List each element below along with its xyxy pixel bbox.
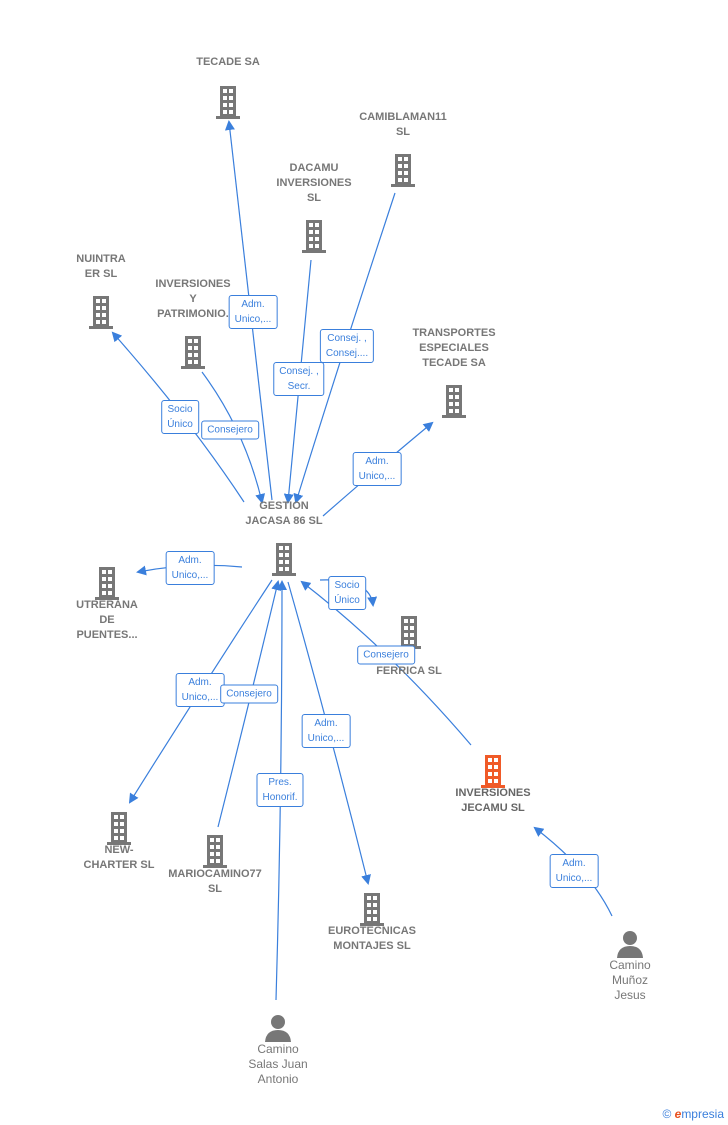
node-label: MARIOCAMINO77 SL (168, 868, 262, 895)
network-diagram: © empresia TECADE SA CAMIBLAMAN11 SL DACAM… (0, 0, 728, 1125)
building-icon[interactable] (83, 294, 119, 335)
node-caminosalas[interactable]: Camino Salas Juan Antonio (218, 1042, 338, 1087)
edge-role-label[interactable]: Adm. Unico,... (175, 673, 225, 707)
edge-role-label[interactable]: Adm. Unico,... (301, 714, 351, 748)
node-label: NUINTRA ER SL (76, 253, 126, 280)
node-label: Camino Salas Juan Antonio (248, 1042, 308, 1086)
building-icon[interactable] (296, 218, 332, 259)
copyright-symbol: © (662, 1107, 672, 1121)
node-label: TRANSPORTES ESPECIALES TECADE SA (412, 327, 496, 369)
building-icon[interactable] (385, 152, 421, 193)
edge-role-label[interactable]: Socio Único (161, 400, 199, 434)
node-label: GESTION JACASA 86 SL (245, 500, 323, 527)
edge-role-label[interactable]: Adm. Unico,... (165, 551, 215, 585)
brand-logo-text: mpresia (681, 1107, 724, 1121)
node-label: INVERSIONES Y PATRIMONIO. (155, 278, 231, 320)
node-eurotecnicas[interactable]: EUROTECNICAS MONTAJES SL (312, 924, 432, 954)
edge-role-label[interactable]: Consej. , Secr. (273, 362, 325, 396)
node-tecade[interactable]: TECADE SA (168, 55, 288, 70)
node-camiblaman[interactable]: CAMIBLAMAN11 SL (343, 110, 463, 140)
building-icon[interactable] (210, 84, 246, 125)
node-caminomunoz[interactable]: Camino Muñoz Jesus (570, 958, 690, 1003)
node-label: Camino Muñoz Jesus (609, 958, 651, 1002)
node-gestion[interactable]: GESTION JACASA 86 SL (224, 499, 344, 529)
building-icon[interactable] (175, 334, 211, 375)
node-mariocamino[interactable]: MARIOCAMINO77 SL (155, 867, 275, 897)
node-label: NEW- CHARTER SL (83, 844, 155, 871)
node-transportes[interactable]: TRANSPORTES ESPECIALES TECADE SA (394, 326, 514, 371)
node-label: EUROTECNICAS MONTAJES SL (327, 925, 416, 952)
node-label: INVERSIONES JECAMU SL (455, 787, 531, 814)
edge-role-label[interactable]: Adm. Unico,... (549, 854, 599, 888)
edge-role-label[interactable]: Adm. Unico,... (228, 295, 278, 329)
node-dacamu[interactable]: DACAMU INVERSIONES SL (254, 161, 374, 206)
node-label: UTRERANA DE PUENTES... (76, 599, 138, 641)
node-jecamu[interactable]: INVERSIONES JECAMU SL (433, 786, 553, 816)
building-icon[interactable] (266, 541, 302, 582)
edge-role-label[interactable]: Consej. , Consej.... (319, 329, 375, 363)
brand-footer: © empresia (662, 1107, 724, 1121)
node-label: FERRICA SL (376, 665, 442, 677)
edge-role-label[interactable]: Adm. Unico,... (352, 452, 402, 486)
edge-role-label[interactable]: Consejero (357, 645, 415, 665)
edge-role-label[interactable]: Socio Único (328, 576, 366, 610)
edge-role-label[interactable]: Pres. Honorif. (256, 773, 304, 807)
building-icon[interactable] (436, 383, 472, 424)
node-label: DACAMU INVERSIONES SL (276, 162, 352, 204)
edge-role-label[interactable]: Consejero (220, 684, 278, 704)
node-utrerana[interactable]: UTRERANA DE PUENTES... (47, 598, 167, 643)
edge-role-label[interactable]: Consejero (201, 420, 259, 440)
node-ferrica[interactable]: FERRICA SL (349, 664, 469, 679)
node-label: CAMIBLAMAN11 SL (359, 111, 447, 138)
node-label: TECADE SA (196, 56, 260, 68)
